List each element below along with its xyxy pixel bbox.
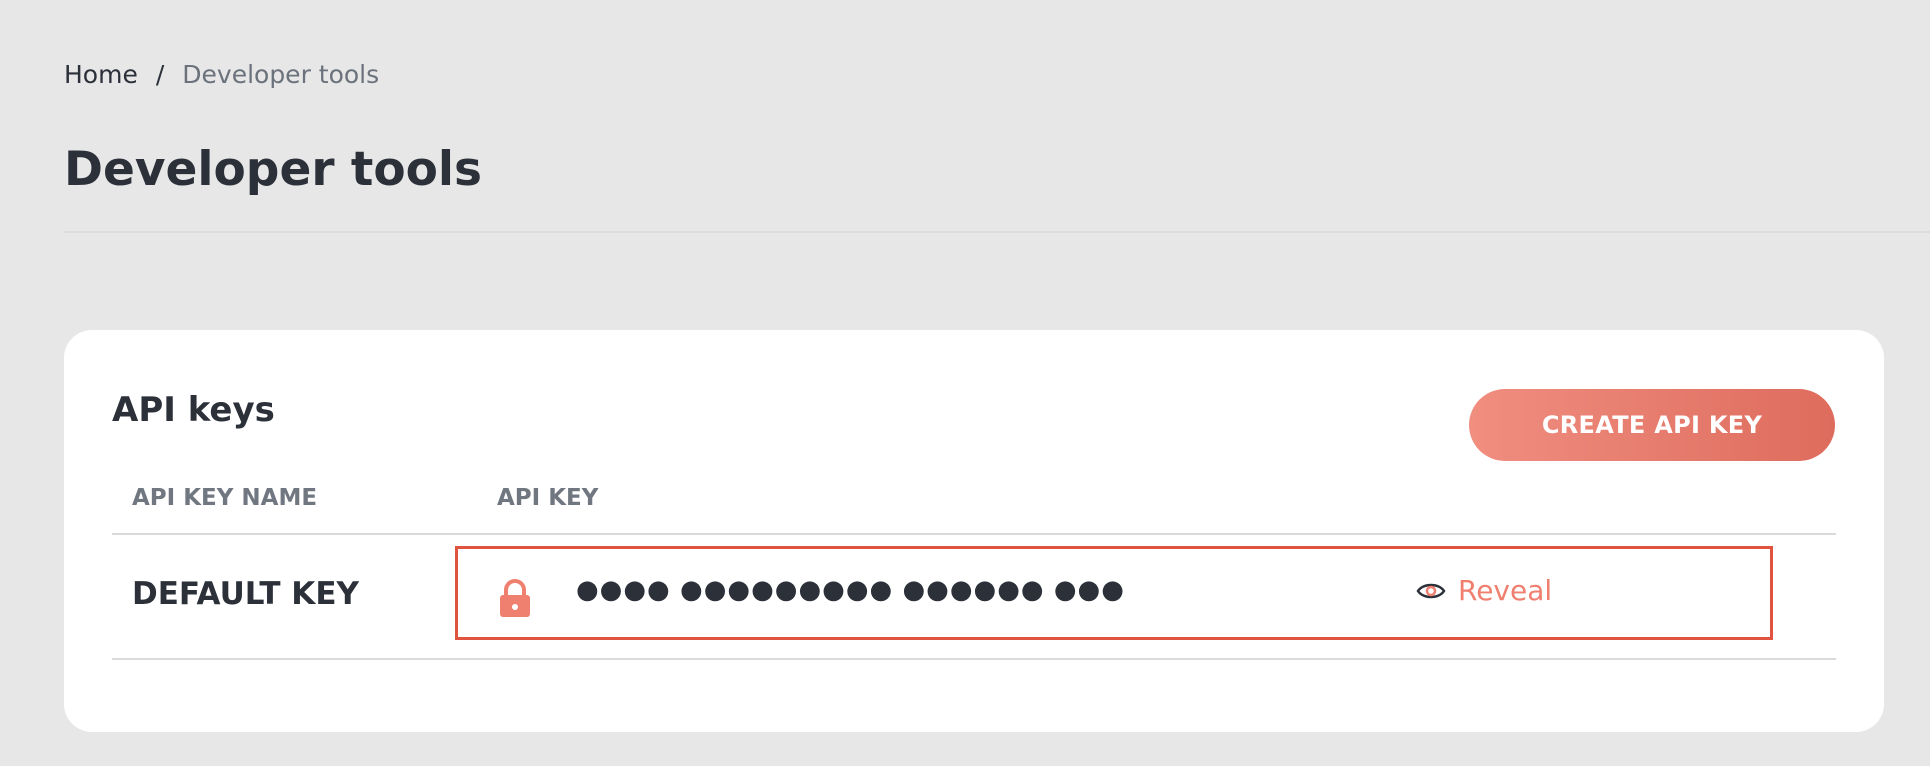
breadcrumb-home-link[interactable]: Home [64,60,138,89]
api-keys-title: API keys [112,390,275,430]
api-key-field: ●●●● ●●●●●●●●● ●●●●●● ●●● Reveal [455,546,1773,640]
page-title: Developer tools [64,142,482,197]
create-api-key-button[interactable]: CREATE API KEY [1469,389,1835,461]
reveal-label: Reveal [1458,574,1553,607]
reveal-button[interactable]: Reveal [1416,574,1552,607]
column-header-api-key-name: API KEY NAME [132,485,318,511]
column-header-api-key: API KEY [497,485,599,511]
table-row-divider [112,658,1836,660]
api-key-name: DEFAULT KEY [132,576,359,612]
lock-icon [500,579,530,617]
breadcrumb: Home / Developer tools [64,60,379,89]
masked-api-key: ●●●● ●●●●●●●●● ●●●●●● ●●● [576,575,1125,605]
breadcrumb-separator: / [155,60,165,89]
title-divider [64,231,1930,233]
api-keys-card: API keys CREATE API KEY API KEY NAME API… [64,330,1884,732]
breadcrumb-current: Developer tools [182,60,380,89]
eye-icon [1416,583,1446,598]
table-header-divider [112,533,1836,535]
